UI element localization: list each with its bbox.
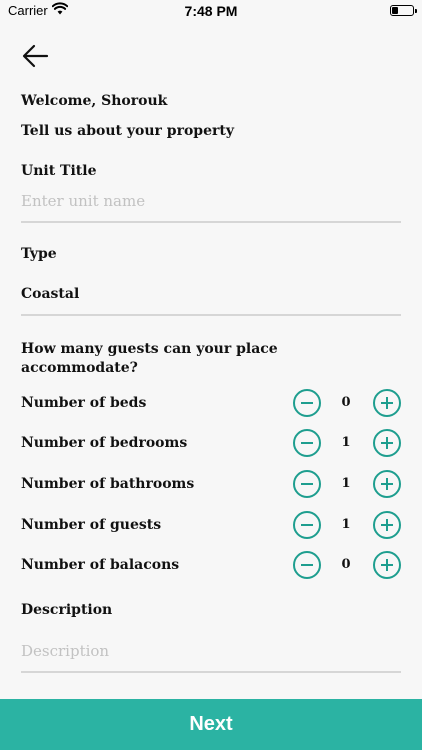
unit-title-underline — [21, 221, 401, 223]
welcome-text: Welcome, Shorouk — [21, 93, 168, 109]
counter-row-bathrooms: Number of bathrooms 1 — [0, 470, 422, 500]
decrement-bedrooms-button[interactable] — [293, 429, 321, 457]
status-bar: Carrier 7:48 PM — [0, 0, 422, 22]
type-select[interactable]: Coastal — [21, 286, 79, 302]
decrement-bathrooms-button[interactable] — [293, 470, 321, 498]
counter-value: 1 — [341, 517, 351, 532]
decrement-beds-button[interactable] — [293, 389, 321, 417]
description-underline — [21, 671, 401, 673]
type-underline — [21, 314, 401, 316]
increment-bathrooms-button[interactable] — [373, 470, 401, 498]
counter-value: 0 — [341, 557, 351, 572]
counter-value: 0 — [341, 395, 351, 410]
counter-label: Number of bathrooms — [21, 476, 195, 492]
increment-beds-button[interactable] — [373, 389, 401, 417]
battery-icon — [390, 5, 417, 16]
counter-label: Number of guests — [21, 517, 162, 533]
increment-guests-button[interactable] — [373, 511, 401, 539]
next-button[interactable]: Next — [0, 699, 422, 750]
description-input[interactable]: Description — [21, 642, 109, 660]
counter-value: 1 — [341, 435, 351, 450]
status-time: 7:48 PM — [184, 3, 238, 19]
counter-value: 1 — [341, 476, 351, 491]
description-label: Description — [21, 602, 113, 618]
page-subtitle: Tell us about your property — [21, 123, 234, 139]
increment-balacons-button[interactable] — [373, 551, 401, 579]
guests-question: How many guests can your place accommoda… — [21, 341, 278, 376]
decrement-balacons-button[interactable] — [293, 551, 321, 579]
decrement-guests-button[interactable] — [293, 511, 321, 539]
counter-row-guests: Number of guests 1 — [0, 511, 422, 541]
type-label: Type — [21, 246, 57, 262]
counter-label: Number of beds — [21, 395, 147, 411]
counter-row-beds: Number of beds 0 — [0, 389, 422, 419]
unit-title-input[interactable]: Enter unit name — [21, 192, 145, 210]
increment-bedrooms-button[interactable] — [373, 429, 401, 457]
counter-row-bedrooms: Number of bedrooms 1 — [0, 429, 422, 459]
counter-label: Number of bedrooms — [21, 435, 188, 451]
arrow-left-icon[interactable] — [20, 42, 52, 70]
unit-title-label: Unit Title — [21, 163, 97, 179]
counter-row-balacons: Number of balacons 0 — [0, 551, 422, 581]
counter-label: Number of balacons — [21, 557, 180, 573]
